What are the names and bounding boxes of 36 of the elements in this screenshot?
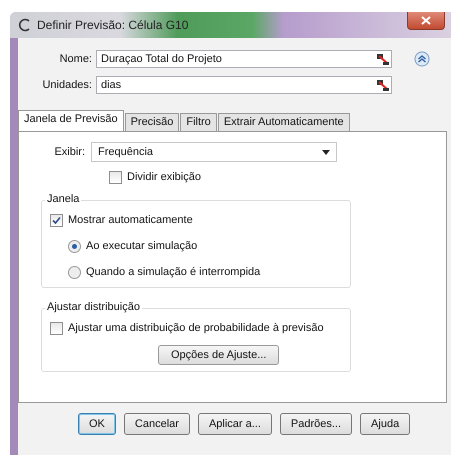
caret-icon	[322, 150, 330, 154]
text-field[interactable]: Duraçao Total do Projeto	[96, 50, 392, 68]
checkbox-label: Dividir exibição	[127, 171, 201, 183]
checkbox[interactable]	[50, 214, 63, 226]
group-title: Ajustar distribuição	[45, 301, 142, 313]
group-title: Janela	[45, 193, 82, 205]
dialog-button[interactable]: OK	[78, 413, 116, 435]
dialog-button[interactable]: Padrões...	[280, 413, 352, 435]
dialog-button[interactable]: Aplicar a...	[198, 413, 272, 435]
tab[interactable]: Janela de Previsão	[18, 110, 124, 132]
text-field[interactable]: dias	[96, 76, 392, 94]
close-icon	[421, 16, 431, 25]
tab[interactable]: Filtro	[180, 113, 217, 132]
radio-label: Ao executar simulação	[86, 240, 198, 252]
window-title: Definir Previsão: Célula G10	[37, 18, 190, 32]
fit-options-button[interactable]: Opções de Ajuste...	[158, 345, 280, 365]
close-button[interactable]	[407, 12, 445, 30]
app-icon	[18, 18, 32, 32]
field-label: Nome:	[58, 53, 93, 65]
checkbox[interactable]	[109, 170, 122, 184]
field-label: Unidades:	[41, 79, 93, 91]
cell-reference-icon[interactable]	[377, 80, 389, 90]
radio-button[interactable]	[68, 266, 81, 278]
collapse-icon[interactable]	[414, 51, 430, 67]
radio-button[interactable]	[68, 240, 81, 252]
display-dropdown[interactable]: Frequência	[91, 142, 337, 162]
tab[interactable]: Precisão	[124, 113, 180, 132]
dialog-button[interactable]: Cancelar	[124, 413, 190, 435]
checkbox[interactable]	[50, 322, 63, 334]
dialog-button[interactable]: Ajuda	[360, 413, 410, 435]
field-label: Exibir:	[53, 146, 86, 158]
radio-label: Quando a simulação é interrompida	[86, 266, 260, 278]
checkbox-label: Ajustar uma distribuição de probabilidade à previsão	[68, 322, 324, 334]
tab[interactable]: Extrair Automaticamente	[218, 113, 350, 132]
cell-reference-icon[interactable]	[377, 54, 389, 64]
checkbox-label: Mostrar automaticamente	[68, 214, 193, 226]
